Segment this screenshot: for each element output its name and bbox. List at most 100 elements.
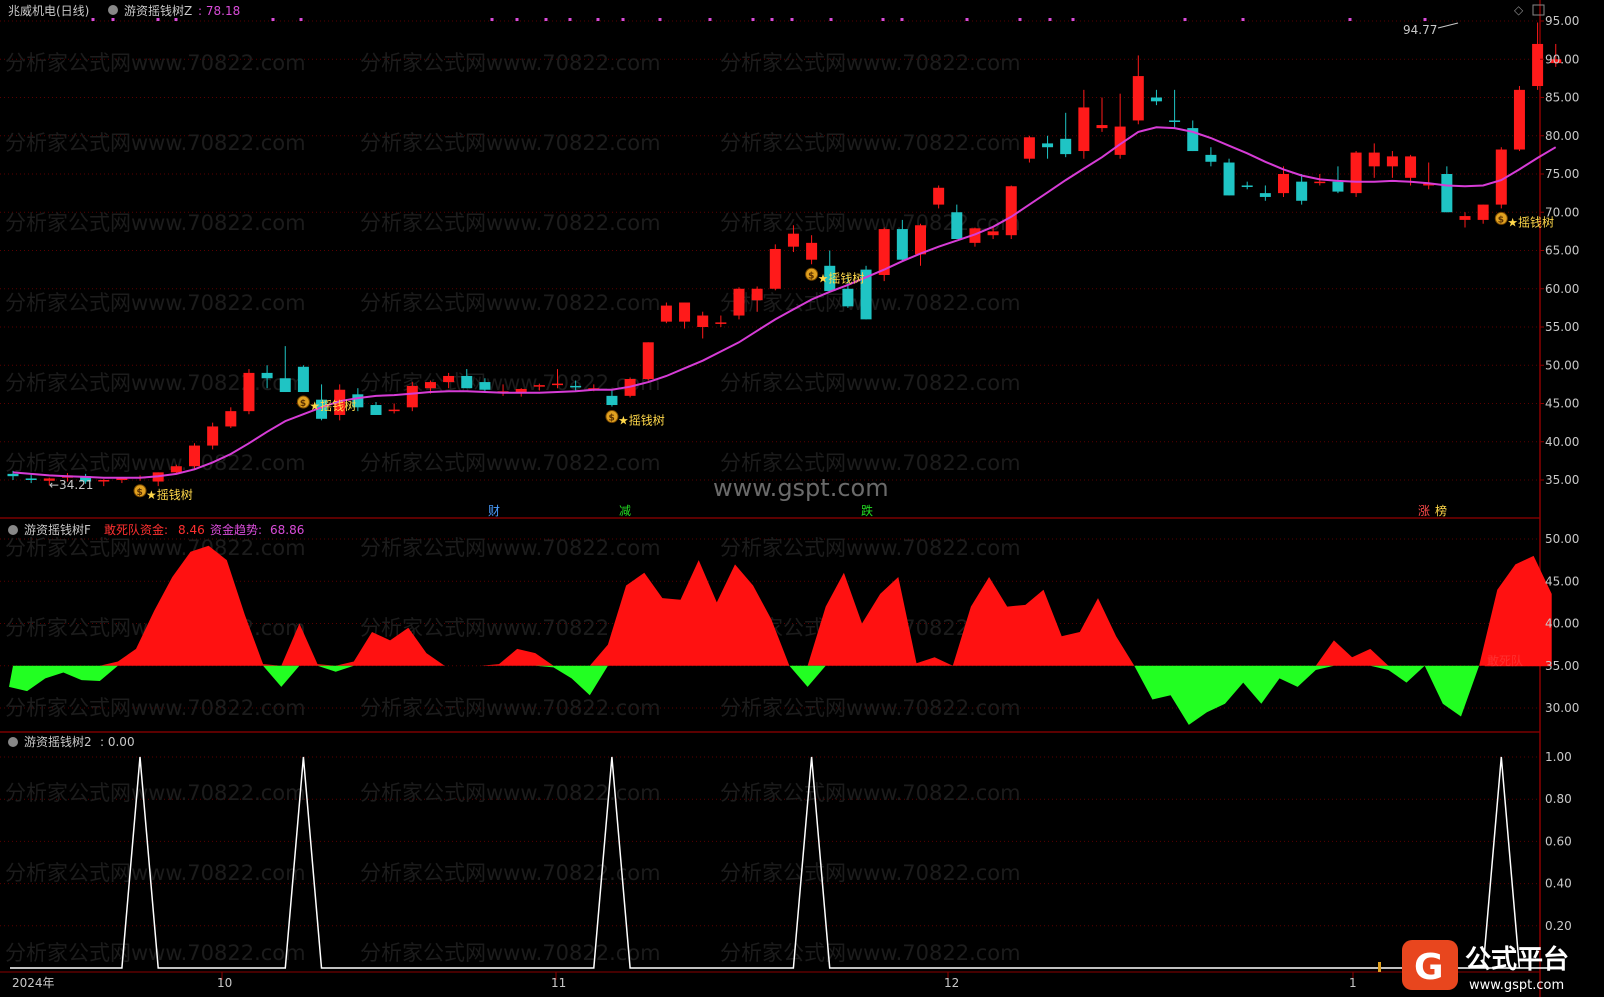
candle-body bbox=[1241, 185, 1253, 188]
watermark-text: 分析家公式网www.70822.com bbox=[720, 371, 1021, 395]
watermark-text: 分析家公式网www.70822.com bbox=[5, 781, 306, 805]
y-tick-main-11: 40.00 bbox=[1545, 435, 1579, 449]
coin-glyph: $ bbox=[137, 488, 143, 498]
signal-dot bbox=[299, 18, 303, 21]
collapse-icon-2[interactable] bbox=[8, 737, 18, 747]
y-tick-p2-4: 0.20 bbox=[1545, 919, 1572, 933]
watermark-text: 分析家公式网www.70822.com bbox=[360, 861, 661, 885]
x-label-11: 11 bbox=[551, 976, 566, 990]
y-tick-f-4: 30.00 bbox=[1545, 701, 1579, 715]
watermark-text: 分析家公式网www.70822.com bbox=[360, 536, 661, 560]
candle-body bbox=[1060, 138, 1072, 155]
candle-body bbox=[1205, 154, 1217, 162]
candle-body bbox=[1169, 120, 1181, 122]
indicator-value: : 78.18 bbox=[198, 4, 240, 18]
event-bang: 榜 bbox=[1435, 503, 1447, 518]
watermark-text: 分析家公式网www.70822.com bbox=[5, 51, 306, 75]
candle-body bbox=[98, 480, 110, 482]
fund-area-positive bbox=[9, 545, 1552, 666]
x-label-10: 10 bbox=[217, 976, 232, 990]
diamond-icon[interactable]: ◇ bbox=[1514, 3, 1524, 17]
coin-glyph: $ bbox=[808, 271, 814, 281]
signal-dot bbox=[658, 18, 662, 21]
candle-body bbox=[1005, 186, 1017, 236]
signal-label: ★摇钱树 bbox=[309, 398, 356, 413]
y-tick-main-1: 90.00 bbox=[1545, 52, 1579, 66]
coin-glyph: $ bbox=[608, 414, 614, 424]
y-tick-f-2: 40.00 bbox=[1545, 617, 1579, 631]
signal-dot bbox=[1183, 18, 1187, 21]
candle-body bbox=[1314, 181, 1326, 184]
watermark-text: 分析家公式网www.70822.com bbox=[360, 941, 661, 965]
candle-body bbox=[370, 405, 382, 415]
y-tick-main-2: 85.00 bbox=[1545, 91, 1579, 105]
signal-dot bbox=[174, 18, 178, 21]
gspt-logo: G 公式平台 www.gspt.com bbox=[1402, 940, 1569, 993]
signal-dot bbox=[1071, 18, 1075, 21]
candle-body bbox=[1350, 152, 1362, 194]
signal-dot bbox=[490, 18, 494, 21]
y-tick-main-12: 35.00 bbox=[1545, 473, 1579, 487]
candle-body bbox=[1278, 174, 1289, 194]
collapse-icon-f[interactable] bbox=[8, 525, 18, 535]
indicator-name: 游资摇钱树Z bbox=[124, 3, 192, 18]
signal-dot bbox=[751, 18, 755, 21]
signal-dot bbox=[568, 18, 572, 21]
y-tick-main-3: 80.00 bbox=[1545, 129, 1579, 143]
signal-dot bbox=[91, 18, 95, 21]
watermark-text: 分析家公式网www.70822.com bbox=[360, 696, 661, 720]
candlesticks bbox=[7, 22, 1562, 487]
candle-body bbox=[461, 375, 473, 389]
y-tick-main-10: 45.00 bbox=[1545, 397, 1579, 411]
window-icon[interactable] bbox=[1532, 4, 1545, 16]
candle-body bbox=[25, 478, 37, 480]
signal-dot bbox=[1348, 18, 1352, 21]
candle-body bbox=[896, 229, 908, 260]
candle-body bbox=[189, 445, 200, 467]
y-tick-main-0: 95.00 bbox=[1545, 14, 1579, 28]
signal-dot bbox=[111, 18, 115, 21]
candle-body bbox=[1532, 43, 1544, 87]
y-tick-main-4: 75.00 bbox=[1545, 167, 1579, 181]
signal-dot bbox=[621, 18, 625, 21]
candle-body bbox=[1259, 193, 1271, 197]
signal-dot bbox=[1018, 18, 1022, 21]
candle-body bbox=[424, 382, 436, 389]
signal-dot bbox=[544, 18, 548, 21]
coin-glyph: $ bbox=[300, 399, 306, 409]
candle-body bbox=[552, 383, 563, 386]
signal-label: ★摇钱树 bbox=[818, 270, 865, 285]
y-tick-f-1: 45.00 bbox=[1545, 574, 1579, 588]
watermark-text: 分析家公式网www.70822.com bbox=[5, 131, 306, 155]
event-cai: 财 bbox=[488, 504, 500, 518]
candle-body bbox=[1386, 156, 1398, 167]
watermark-text: 分析家公式网www.70822.com bbox=[720, 451, 1021, 475]
y-tick-p2-0: 1.00 bbox=[1545, 750, 1572, 764]
collapse-icon[interactable] bbox=[108, 5, 118, 15]
event-jian: 减 bbox=[619, 504, 631, 518]
y-tick-main-9: 50.00 bbox=[1545, 358, 1579, 372]
candle-body bbox=[642, 342, 654, 380]
watermark-text: 分析家公式网www.70822.com bbox=[360, 371, 661, 395]
event-zhang: 涨 bbox=[1418, 503, 1430, 518]
stock-title: 兆威机电(日线) bbox=[8, 4, 89, 18]
high-label: 94.77 bbox=[1403, 23, 1437, 37]
y-tick-p2-1: 0.80 bbox=[1545, 792, 1572, 806]
panel-f-right-label: 敢死队 bbox=[1487, 653, 1523, 668]
watermark-text: 分析家公式网www.70822.com bbox=[5, 291, 306, 315]
panel-2-value: : 0.00 bbox=[100, 735, 135, 749]
high-arrow bbox=[1437, 22, 1459, 29]
candle-body bbox=[697, 315, 709, 327]
panel-f-s2-label: 资金趋势: bbox=[210, 522, 262, 537]
candle-body bbox=[1223, 162, 1235, 196]
stock-chart[interactable]: 分析家公式网www.70822.com 分析家公式网www.70822.com 分析… bbox=[0, 0, 1604, 997]
candle-body bbox=[243, 372, 255, 412]
candle-body bbox=[1078, 107, 1090, 152]
panel-f-name: 游资摇钱树F bbox=[24, 522, 91, 537]
signal-dot bbox=[790, 18, 794, 21]
watermark-text: 分析家公式网www.70822.com bbox=[720, 131, 1021, 155]
logo-title: 公式平台 bbox=[1465, 944, 1569, 975]
candle-body bbox=[1150, 97, 1162, 102]
watermark-text: 分析家公式网www.70822.com bbox=[360, 131, 661, 155]
signal-dot bbox=[770, 18, 774, 21]
